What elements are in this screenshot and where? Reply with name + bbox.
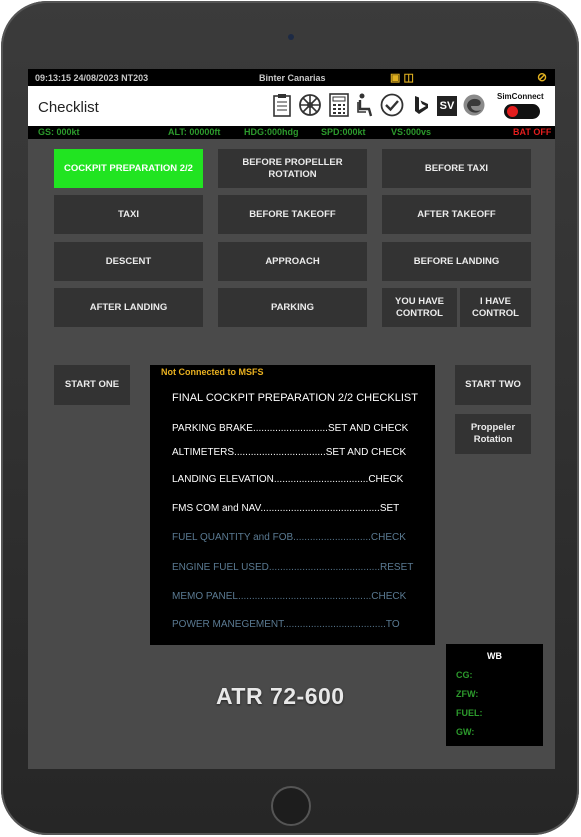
btn-approach[interactable]: APPROACH: [218, 242, 367, 281]
btn-before-takeoff[interactable]: BEFORE TAKEOFF: [218, 195, 367, 234]
sv-icon[interactable]: SV: [437, 96, 457, 116]
airline-name: Binter Canarias: [259, 73, 326, 83]
app-screen: 09:13:15 24/08/2023 NT203 Binter Canaria…: [28, 69, 555, 769]
altitude: ALT: 00000ft: [168, 127, 221, 137]
checklist-item[interactable]: ALTIMETERS..............................…: [172, 447, 406, 458]
btn-after-landing[interactable]: AFTER LANDING: [54, 288, 203, 327]
wb-cg: CG:: [456, 670, 473, 680]
status-icons: ▣ ◫: [390, 72, 414, 84]
checklist-item[interactable]: POWER MANEGEMENT........................…: [172, 619, 400, 630]
edge-icon[interactable]: [462, 93, 485, 117]
front-camera: [288, 34, 294, 40]
wb-title: WB: [487, 651, 502, 661]
checklist-item[interactable]: FMS COM and NAV.........................…: [172, 503, 399, 514]
calculator-icon[interactable]: [328, 93, 350, 117]
bing-icon[interactable]: [410, 93, 432, 117]
checklist-item[interactable]: LANDING ELEVATION.......................…: [172, 474, 403, 485]
connection-status: Not Connected to MSFS: [161, 367, 264, 377]
checklist-item[interactable]: ENGINE FUEL USED........................…: [172, 562, 413, 573]
btn-descent[interactable]: DESCENT: [54, 242, 203, 281]
btn-i-have-control[interactable]: I HAVE CONTROL: [460, 288, 531, 327]
home-button[interactable]: [271, 786, 311, 826]
app-header: Checklist SV SimConnect: [28, 86, 555, 126]
propeller-rotation-button[interactable]: Proppeler Rotation: [455, 414, 531, 454]
tablet-frame: 09:13:15 24/08/2023 NT203 Binter Canaria…: [1, 1, 579, 835]
checklist-item[interactable]: FUEL QUANTITY and FOB...................…: [172, 532, 406, 543]
wb-gw: GW:: [456, 727, 475, 737]
weight-balance-panel: WB CG: ZFW: FUEL: GW:: [446, 644, 543, 746]
btn-you-have-control[interactable]: YOU HAVE CONTROL: [382, 288, 457, 327]
speed: SPD:000kt: [321, 127, 366, 137]
btn-cockpit-preparation[interactable]: COCKPIT PREPARATION 2/2: [54, 149, 203, 188]
btn-before-propeller-rotation[interactable]: BEFORE PROPELLER ROTATION: [218, 149, 367, 188]
wb-fuel: FUEL:: [456, 708, 483, 718]
page-title: Checklist: [38, 99, 99, 116]
no-sign-icon[interactable]: ⊘: [537, 70, 547, 84]
heading: HDG:000hdg: [244, 127, 299, 137]
seat-icon[interactable]: [354, 93, 376, 117]
simconnect-label: SimConnect: [497, 92, 544, 101]
btn-taxi[interactable]: TAXI: [54, 195, 203, 234]
checklist-item[interactable]: MEMO PANEL..............................…: [172, 591, 406, 602]
wheel-icon[interactable]: [298, 93, 321, 117]
btn-before-taxi[interactable]: BEFORE TAXI: [382, 149, 531, 188]
checklist-item[interactable]: PARKING BRAKE...........................…: [172, 423, 408, 434]
battery-status: BAT OFF: [513, 127, 552, 137]
wb-zfw: ZFW:: [456, 689, 479, 699]
aircraft-logo: ATR 72-600: [216, 683, 345, 709]
checklist-title: FINAL COCKPIT PREPARATION 2/2 CHECKLIST: [172, 392, 418, 404]
check-circle-icon[interactable]: [380, 93, 404, 117]
start-one-button[interactable]: START ONE: [54, 365, 130, 405]
start-two-button[interactable]: START TWO: [455, 365, 531, 405]
time-date-flight: 09:13:15 24/08/2023 NT203: [35, 73, 149, 83]
checklist-panel: Not Connected to MSFS FINAL COCKPIT PREP…: [150, 365, 435, 645]
simconnect-toggle[interactable]: [504, 104, 540, 119]
vertical-speed: VS:000vs: [391, 127, 432, 137]
toggle-knob: [507, 106, 518, 117]
btn-parking[interactable]: PARKING: [218, 288, 367, 327]
btn-after-takeoff[interactable]: AFTER TAKEOFF: [382, 195, 531, 234]
btn-before-landing[interactable]: BEFORE LANDING: [382, 242, 531, 281]
status-bar: 09:13:15 24/08/2023 NT203 Binter Canaria…: [28, 69, 555, 86]
ground-speed: GS: 000kt: [38, 127, 80, 137]
clipboard-icon[interactable]: [271, 93, 293, 117]
flight-info-bar: GS: 000kt ALT: 00000ft HDG:000hdg SPD:00…: [28, 126, 555, 139]
